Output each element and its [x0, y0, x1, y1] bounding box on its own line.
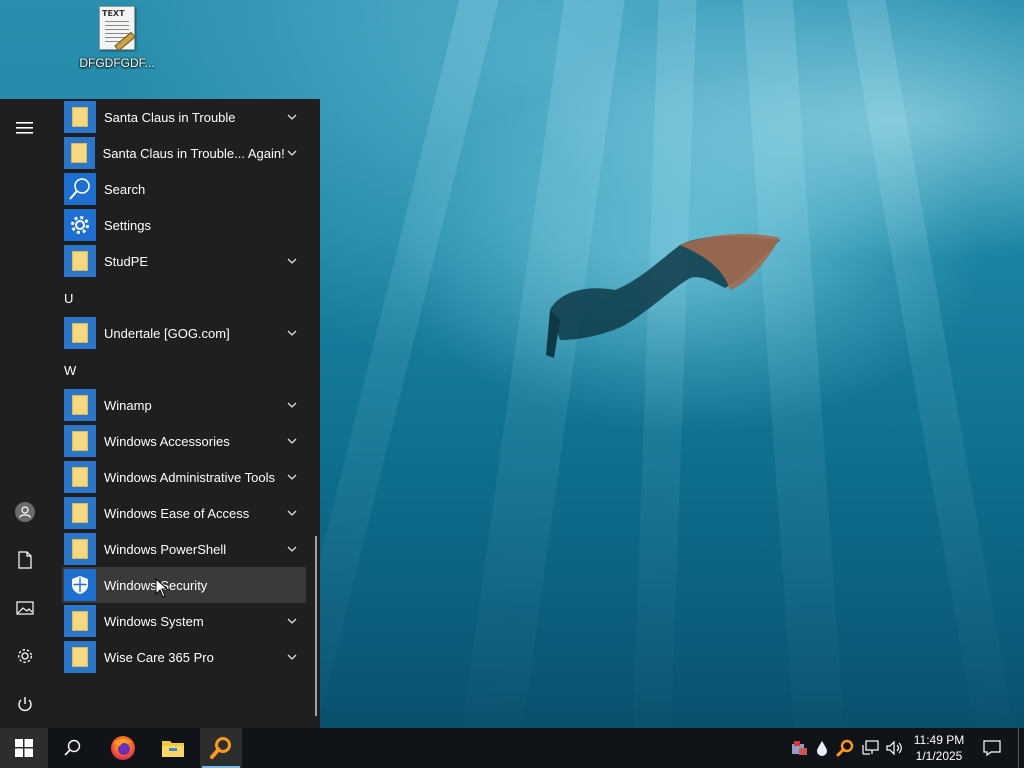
app-item[interactable]: Windows PowerShell — [62, 531, 306, 567]
documents-icon[interactable] — [0, 536, 50, 584]
clock-time: 11:49 PM — [913, 733, 965, 747]
section-letter-w[interactable]: W — [64, 363, 76, 378]
desktop-icon-label: DFGDFGDF... — [79, 56, 155, 70]
mouse-cursor-icon — [155, 578, 169, 598]
chevron-down-icon[interactable] — [284, 114, 300, 120]
chevron-down-icon[interactable] — [284, 438, 300, 444]
gear-icon — [64, 209, 96, 241]
power-icon[interactable] — [0, 680, 50, 728]
chevron-down-icon[interactable] — [284, 618, 300, 624]
folder-icon — [64, 605, 96, 637]
folder-icon — [162, 741, 184, 757]
droplet-icon[interactable] — [812, 728, 832, 768]
clock-date: 1/1/2025 — [915, 749, 963, 763]
pictures-icon[interactable] — [0, 584, 50, 632]
app-item[interactable]: Windows Administrative Tools — [62, 459, 306, 495]
search-icon — [64, 173, 96, 205]
app-item[interactable]: StudPE — [62, 243, 306, 279]
folder-icon — [64, 533, 96, 565]
wallpaper-swimmer — [546, 234, 780, 358]
app-item[interactable]: Windows Ease of Access — [62, 495, 306, 531]
magnifier-app-icon — [210, 737, 231, 759]
search-button[interactable] — [48, 728, 96, 768]
start-menu-rail — [0, 99, 50, 728]
show-desktop-button[interactable] — [1018, 728, 1019, 768]
windows-logo-icon — [15, 739, 33, 757]
app-item[interactable]: Search — [62, 171, 306, 207]
app-item[interactable]: Settings — [62, 207, 306, 243]
scrollbar[interactable] — [315, 536, 317, 716]
firefox-button[interactable] — [98, 728, 148, 768]
app-item[interactable]: Undertale [GOG.com] — [62, 315, 306, 351]
folder-icon — [64, 389, 96, 421]
chevron-down-icon[interactable] — [284, 330, 300, 336]
taskbar: 11:49 PM 1/1/2025 — [0, 728, 1024, 768]
text-document-icon: TEXT — [99, 6, 136, 52]
chevron-down-icon[interactable] — [284, 510, 300, 516]
folder-icon — [64, 245, 96, 277]
network-icon[interactable] — [860, 728, 882, 768]
folder-icon — [64, 461, 96, 493]
chevron-down-icon[interactable] — [284, 402, 300, 408]
search-app-tray-icon[interactable] — [834, 728, 856, 768]
app-item[interactable]: Windows Accessories — [62, 423, 306, 459]
desktop-text-file[interactable]: TEXT DFGDFGDF... — [76, 6, 158, 70]
volume-icon[interactable] — [884, 728, 906, 768]
app-item[interactable]: Wise Care 365 Pro — [62, 639, 306, 675]
firefox-icon — [111, 736, 135, 760]
network-tool-icon[interactable] — [788, 728, 810, 768]
section-letter-u[interactable]: U — [64, 291, 73, 306]
shield-icon — [64, 569, 96, 601]
app-item[interactable]: Winamp — [62, 387, 306, 423]
app-item-hovered[interactable]: Windows Security — [62, 567, 306, 603]
folder-icon — [64, 497, 96, 529]
settings-gear-icon[interactable] — [0, 632, 50, 680]
app-item[interactable]: Santa Claus in Trouble — [62, 99, 306, 135]
file-explorer-button[interactable] — [148, 728, 198, 768]
start-menu: Santa Claus in Trouble Santa Claus in Tr… — [0, 99, 320, 728]
start-button[interactable] — [0, 728, 48, 768]
search-app-button[interactable] — [200, 728, 242, 768]
app-item[interactable]: Windows System — [62, 603, 306, 639]
user-avatar-icon[interactable] — [0, 488, 50, 536]
app-item[interactable]: Santa Claus in Trouble... Again! — [62, 135, 306, 171]
system-clock[interactable]: 11:49 PM 1/1/2025 — [904, 732, 974, 764]
notifications-icon[interactable] — [978, 728, 1006, 768]
folder-icon — [64, 425, 96, 457]
folder-icon — [64, 641, 96, 673]
app-list: Santa Claus in Trouble Santa Claus in Tr… — [56, 99, 312, 728]
chevron-down-icon[interactable] — [285, 150, 300, 156]
chevron-down-icon[interactable] — [284, 474, 300, 480]
chevron-down-icon[interactable] — [284, 546, 300, 552]
search-icon — [64, 739, 81, 756]
folder-icon — [64, 137, 95, 169]
chevron-down-icon[interactable] — [284, 258, 300, 264]
folder-icon — [64, 317, 96, 349]
hamburger-menu-icon[interactable] — [0, 104, 50, 152]
chevron-down-icon[interactable] — [284, 654, 300, 660]
folder-icon — [64, 101, 96, 133]
